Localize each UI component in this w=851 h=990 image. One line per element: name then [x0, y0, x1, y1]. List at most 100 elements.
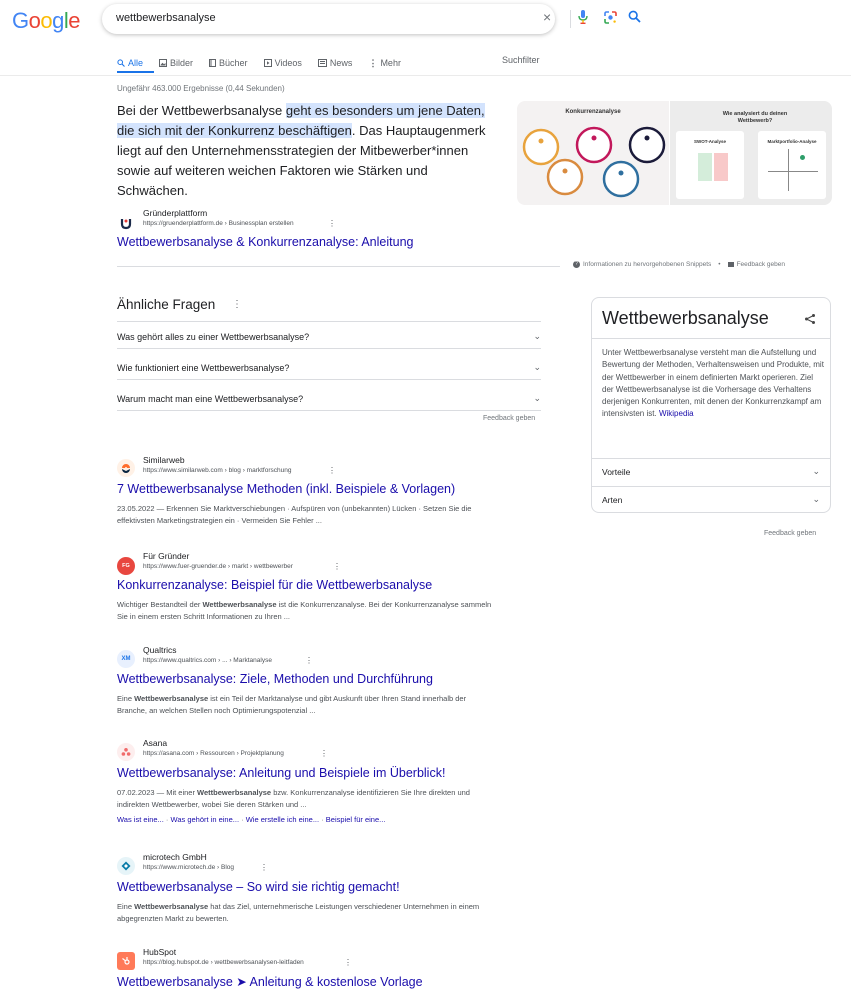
feedback-link[interactable]: Feedback geben	[737, 261, 785, 268]
result-title[interactable]: 7 Wettbewerbsanalyse Methoden (inkl. Bei…	[117, 482, 455, 496]
result-title[interactable]: Wettbewerbsanalyse: Ziele, Methoden und …	[117, 672, 433, 686]
logo-letter: o	[28, 8, 41, 33]
featured-snippet-text: Bei der Wettbewerbsanalyse geht es beson…	[117, 101, 492, 201]
snippet-text: Eine	[117, 694, 135, 703]
knowledge-description: Unter Wettbewerbsanalyse versteht man di…	[602, 347, 824, 421]
image-title: Wie analysiert du deinen Wettbewerb?	[722, 111, 788, 124]
kp-row-arten[interactable]: Arten ⌄	[592, 486, 830, 512]
tab-books[interactable]: Bücher	[209, 54, 248, 72]
logo-letter: G	[12, 8, 29, 33]
feedback-icon	[727, 262, 734, 267]
similarweb-logo-icon	[122, 464, 130, 473]
source-url[interactable]: https://blog.hubspot.de › wettbewerbsana…	[143, 959, 304, 966]
source-logo: XM	[117, 650, 135, 668]
kp-feedback-link[interactable]: Feedback geben	[764, 530, 816, 537]
paa-feedback-link[interactable]: Feedback geben	[483, 415, 535, 422]
paa-question[interactable]: Wie funktioniert eine Wettbewerbsanalyse…	[117, 356, 541, 380]
more-options-icon[interactable]: ⋮	[328, 219, 336, 228]
snippet-about[interactable]: ? Informationen zu hervorgehobenen Snipp…	[573, 261, 785, 268]
paa-options-icon[interactable]: ⋮	[232, 299, 242, 310]
source-url[interactable]: https://asana.com › Ressourcen › Projekt…	[143, 750, 284, 757]
lens-icon[interactable]	[604, 11, 617, 27]
tab-label: News	[329, 58, 353, 68]
wikipedia-link[interactable]: Wikipedia	[659, 409, 694, 418]
result-title[interactable]: Wettbewerbsanalyse: Anleitung und Beispi…	[117, 766, 445, 780]
chevron-down-icon: ⌄	[812, 494, 820, 504]
paa-divider	[117, 321, 541, 322]
source-url[interactable]: https://www.microtech.de › Blog	[143, 864, 234, 871]
source-name: Qualtrics	[143, 645, 177, 655]
result-snippet: Eine Wettbewerbsanalyse hat das Ziel, un…	[117, 901, 497, 925]
help-icon: ?	[573, 261, 580, 268]
search-box[interactable]: wettbewerbsanalyse ×	[102, 4, 641, 34]
result-snippet: 23.05.2022 — Erkennen Sie Marktverschieb…	[117, 504, 472, 525]
search-filter-button[interactable]: Suchfilter	[502, 55, 540, 65]
asana-logo-icon	[121, 748, 131, 756]
sitelink[interactable]: Wie erstelle ich eine...	[246, 815, 319, 824]
source-url[interactable]: https://www.similarweb.com › blog › mark…	[143, 467, 291, 474]
result-snippet: Wichtiger Bestandteil der Wettbewerbsana…	[117, 599, 497, 623]
google-logo[interactable]: Google	[12, 8, 81, 34]
tab-label: Mehr	[380, 58, 401, 68]
more-options-icon[interactable]: ⋮	[328, 466, 336, 475]
result-title[interactable]: Wettbewerbsanalyse – So wird sie richtig…	[117, 880, 400, 894]
source-url[interactable]: https://www.qualtrics.com › ... › Markta…	[143, 657, 272, 664]
search-icon[interactable]	[628, 10, 641, 26]
result-title[interactable]: Wettbewerbsanalyse ➤ Anleitung & kostenl…	[117, 974, 423, 989]
more-options-icon[interactable]: ⋮	[333, 562, 341, 571]
snippet-result-title[interactable]: Wettbewerbsanalyse & Konkurrenzanalyse: …	[117, 235, 413, 249]
tab-images[interactable]: Bilder	[159, 54, 193, 72]
tab-news[interactable]: News	[317, 54, 353, 72]
tab-more[interactable]: ⋮ Mehr	[368, 54, 401, 72]
source-logo: FG	[117, 557, 135, 575]
tab-all[interactable]: Alle	[117, 54, 143, 72]
gruenderplattform-logo-icon	[120, 219, 132, 230]
result-stats: Ungefähr 463.000 Ergebnisse (0,44 Sekund…	[117, 84, 285, 93]
source-url[interactable]: https://www.fuer-gruender.de › markt › w…	[143, 563, 293, 570]
share-icon[interactable]	[804, 312, 816, 330]
microtech-logo-icon	[121, 861, 131, 871]
chevron-down-icon: ⌄	[533, 393, 541, 403]
tab-label: Videos	[274, 58, 302, 68]
more-options-icon[interactable]: ⋮	[344, 958, 352, 967]
chevron-down-icon: ⌄	[533, 362, 541, 372]
paa-question[interactable]: Warum macht man eine Wettbewerbsanalyse?…	[117, 387, 541, 411]
cycle-diagram-illustration	[522, 126, 666, 198]
source-name: HubSpot	[143, 947, 177, 957]
sitelink[interactable]: Was ist eine...	[117, 815, 164, 824]
microphone-icon[interactable]	[578, 10, 588, 27]
snippet-divider	[117, 266, 560, 267]
more-options-icon[interactable]: ⋮	[305, 656, 313, 665]
header-divider	[0, 75, 851, 76]
swot-card: SWOT-Analyse	[676, 131, 744, 199]
tab-videos[interactable]: Videos	[263, 54, 302, 72]
search-input[interactable]: wettbewerbsanalyse	[116, 12, 216, 24]
paa-question[interactable]: Was gehört alles zu einer Wettbewerbsana…	[117, 325, 541, 349]
about-label: Informationen zu hervorgehobenen Snippet…	[583, 261, 712, 268]
logo-letter: o	[40, 8, 53, 33]
kp-row-label: Arten	[602, 494, 623, 505]
source-name: microtech GmbH	[143, 852, 207, 862]
result-snippet: 07.02.2023 — Mit einer Wettbewerbsanalys…	[117, 787, 497, 811]
snippet-bold: Wettbewerbsanalyse	[197, 788, 272, 797]
more-options-icon[interactable]: ⋮	[320, 749, 328, 758]
kp-row-vorteile[interactable]: Vorteile ⌄	[592, 458, 830, 484]
result-title[interactable]: Konkurrenzanalyse: Beispiel für die Wett…	[117, 578, 432, 592]
more-options-icon[interactable]: ⋮	[260, 863, 268, 872]
search-icon	[117, 59, 125, 67]
divider	[570, 10, 571, 28]
sitelink[interactable]: Was gehört in eine...	[171, 815, 240, 824]
paa-title: Ähnliche Fragen	[117, 297, 216, 312]
paa-question-text: Was gehört alles zu einer Wettbewerbsana…	[117, 331, 310, 342]
snippet-image-wettbewerb[interactable]: Wie analysiert du deinen Wettbewerb? SWO…	[670, 101, 832, 205]
source-url[interactable]: https://gruenderplattform.de › Businessp…	[143, 220, 294, 227]
source-name: Similarweb	[143, 455, 185, 465]
clear-icon[interactable]: ×	[543, 9, 551, 25]
snippet-image-konkurrenzanalyse[interactable]: Konkurrenzanalyse	[517, 101, 669, 205]
source-name: Für Gründer	[143, 551, 190, 561]
sitelinks: Was ist eine... · Was gehört in eine... …	[117, 815, 386, 824]
snippet-text: 07.02.2023 — Mit einer	[117, 788, 198, 797]
kp-divider	[592, 338, 830, 339]
sitelink[interactable]: Beispiel für eine...	[326, 815, 386, 824]
image-icon	[159, 59, 168, 67]
